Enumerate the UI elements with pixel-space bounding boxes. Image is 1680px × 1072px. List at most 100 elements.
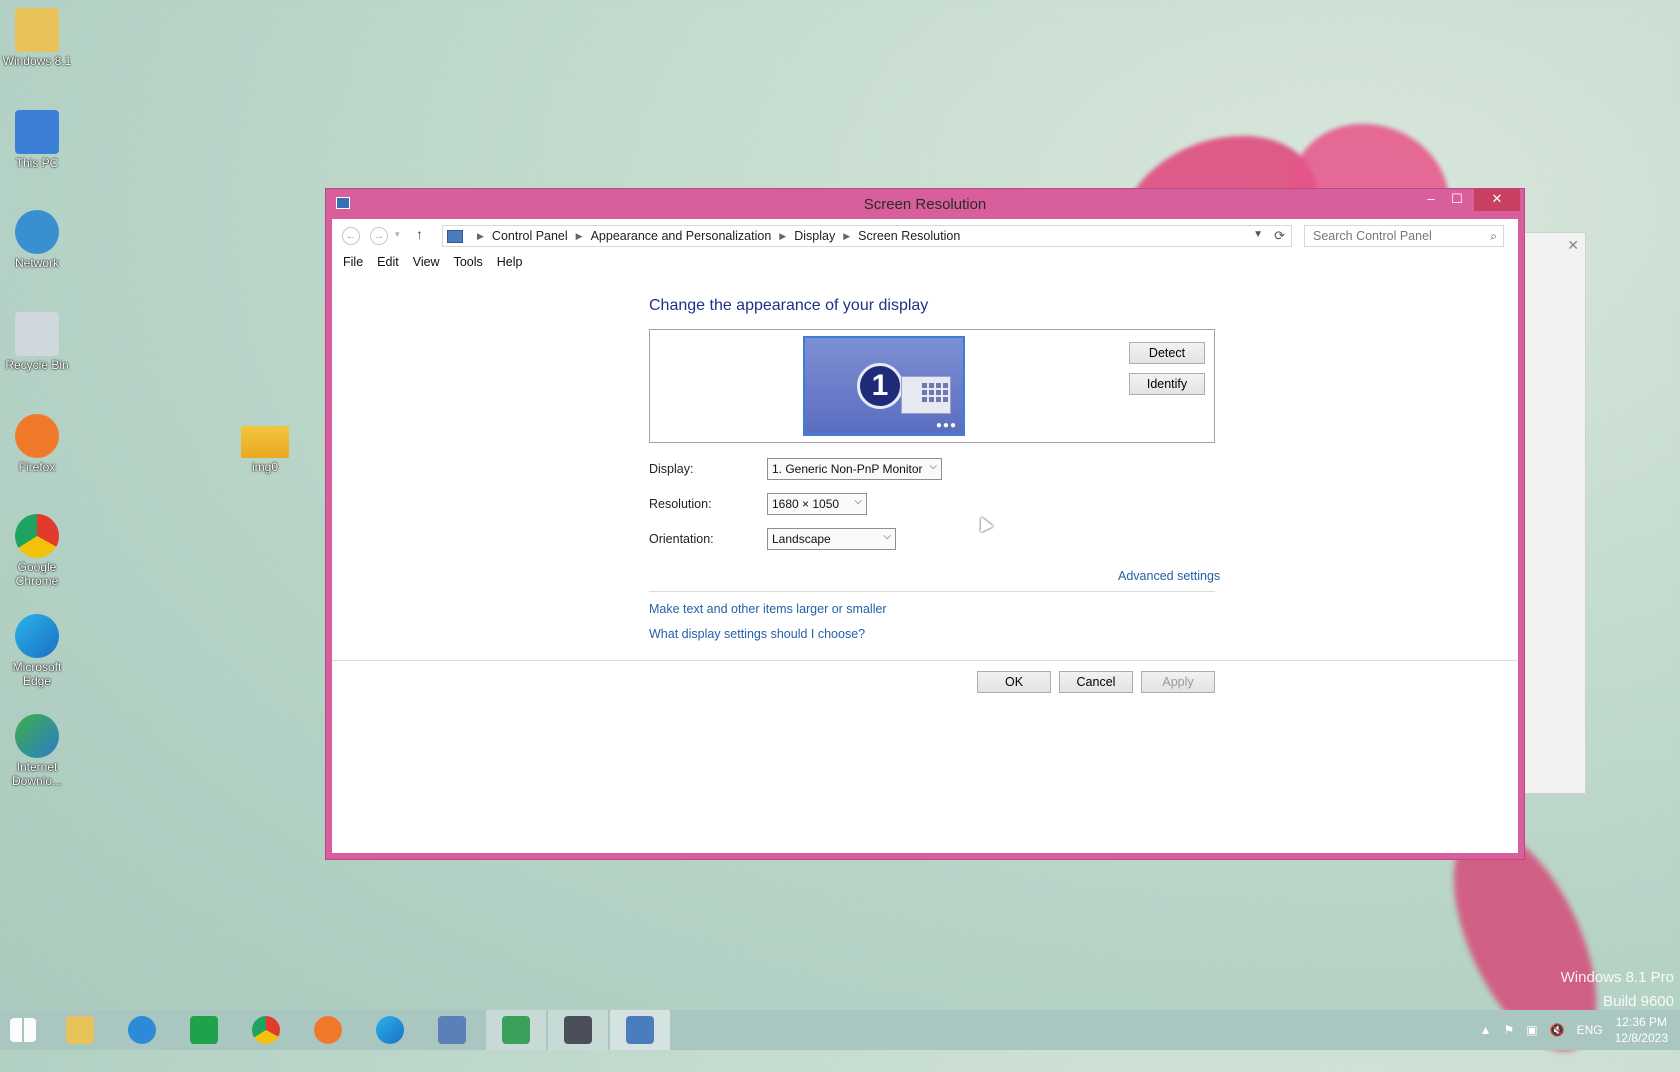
address-dropdown-icon[interactable]: ▼ xyxy=(1253,229,1263,240)
menu-tools[interactable]: Tools xyxy=(454,255,483,275)
up-arrow-icon[interactable]: ↑ xyxy=(416,226,423,242)
taskbar-firefox[interactable] xyxy=(298,1010,358,1050)
page-title: Change the appearance of your display xyxy=(649,297,929,314)
menu-bar: File Edit View Tools Help xyxy=(332,255,1518,275)
taskbar: ▲ ⚑ ▣ 🔇 ENG 12:36 PM 12/8/2023 xyxy=(0,1010,1680,1050)
breadcrumb-separator-icon[interactable]: ▶ xyxy=(576,231,583,242)
menu-view[interactable]: View xyxy=(413,255,440,275)
divider xyxy=(649,591,1215,592)
monitor-arrangement-panel: 1 ●●● Detect Identify xyxy=(649,329,1215,443)
breadcrumb-separator-icon[interactable]: ▶ xyxy=(477,231,484,242)
detect-button[interactable]: Detect xyxy=(1129,342,1205,364)
image-file-icon xyxy=(241,426,289,458)
monitor-1-tile[interactable]: 1 ●●● xyxy=(803,336,965,436)
text-size-link[interactable]: Make text and other items larger or smal… xyxy=(649,602,887,616)
system-tray: ▲ ⚑ ▣ 🔇 ENG 12:36 PM 12/8/2023 xyxy=(1474,1010,1680,1050)
minimize-button[interactable]: – xyxy=(1418,189,1444,211)
display-select[interactable]: 1. Generic Non-PnP Monitor ⌵ xyxy=(767,458,942,480)
show-hidden-icons-icon[interactable]: ▲ xyxy=(1480,1023,1492,1037)
desktop-icon-this-pc[interactable]: This PC xyxy=(0,110,77,170)
background-window: ✕ xyxy=(1524,232,1586,794)
minimize-icon: – xyxy=(1427,191,1435,206)
window-title: Screen Resolution xyxy=(863,196,987,213)
menu-help[interactable]: Help xyxy=(497,255,523,275)
taskbar-file-explorer[interactable] xyxy=(50,1010,110,1050)
network-status-icon[interactable]: ▣ xyxy=(1526,1023,1537,1037)
desktop-icon-edge[interactable]: Microsoft Edge xyxy=(0,614,77,688)
folder-icon xyxy=(66,1016,94,1044)
action-center-flag-icon[interactable]: ⚑ xyxy=(1504,1023,1515,1037)
title-bar[interactable]: Screen Resolution – ☐ ✕ xyxy=(326,189,1524,219)
language-indicator[interactable]: ENG xyxy=(1577,1023,1603,1037)
refresh-icon[interactable]: ⟳ xyxy=(1274,228,1285,244)
taskbar-screen-resolution[interactable] xyxy=(610,1010,670,1050)
desktop-icon-firefox[interactable]: Firefox xyxy=(0,414,77,474)
internet-explorer-icon xyxy=(128,1016,156,1044)
ok-button[interactable]: OK xyxy=(977,671,1051,693)
maximize-button[interactable]: ☐ xyxy=(1444,189,1470,211)
identify-button[interactable]: Identify xyxy=(1129,373,1205,395)
taskbar-remote-desktop[interactable] xyxy=(548,1010,608,1050)
cancel-button[interactable]: Cancel xyxy=(1059,671,1133,693)
chrome-icon xyxy=(15,514,59,558)
taskbar-control-panel[interactable] xyxy=(422,1010,482,1050)
desktop-icon-recycle-bin[interactable]: Recycle Bin xyxy=(0,312,77,372)
desktop-icon-img0[interactable]: img0 xyxy=(225,426,305,474)
breadcrumb-separator-icon[interactable]: ▶ xyxy=(843,231,850,242)
search-icon[interactable]: ⌕ xyxy=(1490,229,1497,244)
recent-locations-chevron-icon[interactable]: ▾ xyxy=(395,229,400,240)
forward-arrow-icon: → xyxy=(373,230,385,242)
computer-icon xyxy=(15,110,59,154)
taskbar-app-download[interactable] xyxy=(486,1010,546,1050)
computers-icon xyxy=(564,1016,592,1044)
breadcrumb-control-panel[interactable]: Control Panel xyxy=(492,229,568,243)
window-client-area: ← → ▾ ↑ ▶ Control Panel ▶ Appearance and… xyxy=(332,219,1518,853)
taskbar-store[interactable] xyxy=(174,1010,234,1050)
clock[interactable]: 12:36 PM 12/8/2023 xyxy=(1615,1014,1668,1046)
back-button[interactable]: ← xyxy=(342,227,360,245)
resolution-select[interactable]: 1680 × 1050 ⌵ xyxy=(767,493,867,515)
orientation-label: Orientation: xyxy=(649,532,714,546)
desktop-icon-network[interactable]: Network xyxy=(0,210,77,270)
breadcrumb-screen-resolution[interactable]: Screen Resolution xyxy=(858,229,960,243)
menu-edit[interactable]: Edit xyxy=(377,255,399,275)
address-bar[interactable]: ▶ Control Panel ▶ Appearance and Persona… xyxy=(442,225,1292,247)
desktop-icon-windows81[interactable]: Windows 8.1 xyxy=(0,8,77,68)
orientation-select[interactable]: Landscape ⌵ xyxy=(767,528,896,550)
edge-icon xyxy=(15,614,59,658)
control-panel-icon xyxy=(447,229,463,243)
close-button[interactable]: ✕ xyxy=(1474,189,1520,211)
taskbar-edge[interactable] xyxy=(360,1010,420,1050)
close-icon[interactable]: ✕ xyxy=(1567,237,1579,254)
chevron-down-icon: ⌵ xyxy=(929,461,937,472)
taskbar-chrome[interactable] xyxy=(236,1010,296,1050)
desktop-icon-internet-download[interactable]: Internet Downlo... xyxy=(0,714,77,788)
navigation-bar: ← → ▾ ↑ ▶ Control Panel ▶ Appearance and… xyxy=(332,219,1518,253)
resolution-label: Resolution: xyxy=(649,497,712,511)
chevron-down-icon: ⌵ xyxy=(854,496,862,507)
volume-muted-icon[interactable]: 🔇 xyxy=(1550,1023,1565,1037)
breadcrumb-appearance[interactable]: Appearance and Personalization xyxy=(591,229,772,243)
display-settings-icon xyxy=(626,1016,654,1044)
firefox-icon xyxy=(314,1016,342,1044)
advanced-settings-link[interactable]: Advanced settings xyxy=(1118,569,1220,583)
chevron-down-icon: ⌵ xyxy=(883,531,891,542)
screen-resolution-window: Screen Resolution – ☐ ✕ ← → ▾ ↑ ▶ Contro… xyxy=(325,188,1525,860)
taskbar-internet-explorer[interactable] xyxy=(112,1010,172,1050)
download-app-icon xyxy=(502,1016,530,1044)
monitor-dots-icon: ●●● xyxy=(935,420,957,431)
close-icon: ✕ xyxy=(1491,191,1503,206)
os-watermark: Windows 8.1 Pro Build 9600 xyxy=(1560,969,1674,1010)
menu-file[interactable]: File xyxy=(343,255,363,275)
breadcrumb-separator-icon[interactable]: ▶ xyxy=(779,231,786,242)
desktop-icon-chrome[interactable]: Google Chrome xyxy=(0,514,77,588)
store-icon xyxy=(190,1016,218,1044)
display-label: Display: xyxy=(649,462,694,476)
windows-logo-icon xyxy=(10,1018,36,1042)
search-input[interactable]: Search Control Panel ⌕ xyxy=(1304,225,1504,247)
forward-button[interactable]: → xyxy=(370,227,388,245)
breadcrumb-display[interactable]: Display xyxy=(794,229,835,243)
back-arrow-icon: ← xyxy=(345,230,357,242)
start-grid-icon xyxy=(901,376,951,414)
display-settings-help-link[interactable]: What display settings should I choose? xyxy=(649,627,865,641)
